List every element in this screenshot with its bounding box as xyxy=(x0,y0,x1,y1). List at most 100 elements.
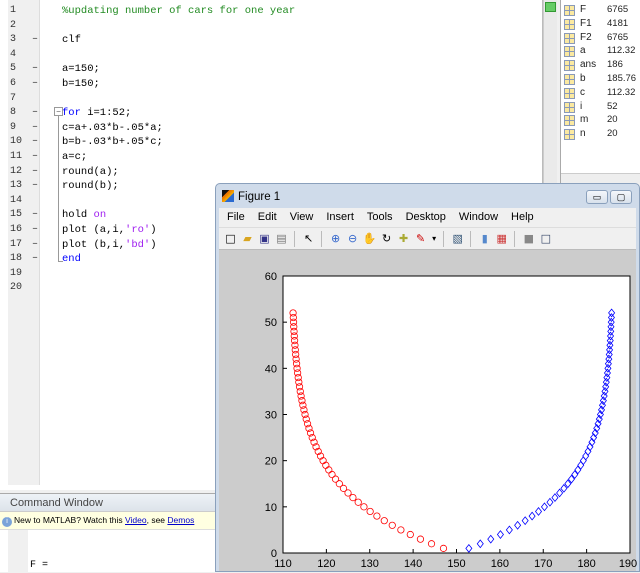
code-line[interactable]: b=b-.03*b+.05*c; xyxy=(62,136,163,148)
menu-file[interactable]: File xyxy=(227,211,245,223)
new-file-icon[interactable]: □ xyxy=(223,231,238,247)
code-token: ) xyxy=(150,238,157,251)
code-line[interactable]: plot (a,i,'ro') xyxy=(62,224,157,236)
menu-edit[interactable]: Edit xyxy=(258,211,277,223)
matrix-icon xyxy=(564,18,575,30)
line-number: 2 xyxy=(10,20,50,31)
breakpoint-marker[interactable]: – xyxy=(32,253,38,264)
workspace-variable[interactable]: F2 6765 xyxy=(564,32,639,45)
menu-insert[interactable]: Insert xyxy=(326,211,354,223)
menu-view[interactable]: View xyxy=(290,211,314,223)
figure-window[interactable]: Figure 1 ▭ ▢ File Edit View Insert Tools Deskt… xyxy=(215,183,640,572)
print-icon[interactable]: ▤ xyxy=(274,231,289,247)
workspace-hscrollbar[interactable] xyxy=(561,173,640,183)
code-token: plot (a,i, xyxy=(62,224,126,236)
maximize-button[interactable]: ▢ xyxy=(610,190,632,204)
workspace-variable[interactable]: b 185.76 xyxy=(564,73,639,86)
code-token: b=150; xyxy=(62,78,100,90)
open-folder-icon[interactable]: ▰ xyxy=(240,231,255,247)
line-number-text: 1 xyxy=(10,5,17,16)
menu-tools[interactable]: Tools xyxy=(367,211,393,223)
code-line[interactable]: hold on xyxy=(62,209,106,221)
workspace-variable[interactable]: a 112.32 xyxy=(564,45,639,58)
code-line[interactable]: a=150; xyxy=(62,63,100,75)
line-number: 11– xyxy=(10,151,50,162)
breakpoint-marker[interactable]: – xyxy=(32,122,38,133)
workspace-variable[interactable]: i 52 xyxy=(564,101,639,114)
minimize-button[interactable]: ▭ xyxy=(586,190,608,204)
code-line[interactable]: %updating number of cars for one year xyxy=(62,5,295,17)
link-plot-icon[interactable]: ▧ xyxy=(450,231,465,247)
command-output: F = xyxy=(30,560,49,571)
workspace-variable[interactable]: c 112.32 xyxy=(564,87,639,100)
menu-desktop[interactable]: Desktop xyxy=(406,211,446,223)
brush-dropdown-icon[interactable]: ▾ xyxy=(430,231,438,247)
line-number-text: 10 xyxy=(10,136,23,148)
code-line[interactable]: for i=1:52; xyxy=(62,107,131,119)
zoom-out-icon[interactable]: ⊖ xyxy=(345,231,360,247)
code-line[interactable]: c=a+.03*b-.05*a; xyxy=(62,122,163,134)
workspace-variable[interactable]: F 6765 xyxy=(564,4,639,17)
workspace-variable[interactable]: ans 186 xyxy=(564,59,639,72)
breakpoint-marker[interactable]: – xyxy=(32,136,38,147)
command-window-title: Command Window xyxy=(0,494,215,512)
line-number: 15– xyxy=(10,209,50,220)
pointer-icon[interactable]: ↖ xyxy=(301,231,316,247)
variable-value: 112.32 xyxy=(607,86,636,98)
line-number-text: 13 xyxy=(10,180,23,192)
breakpoint-marker[interactable]: – xyxy=(32,209,38,220)
workspace-variable[interactable]: F1 4181 xyxy=(564,18,639,31)
code-line[interactable]: end xyxy=(62,253,81,265)
line-number: 6– xyxy=(10,78,50,89)
line-number: 13– xyxy=(10,180,50,191)
code-token: clf xyxy=(62,34,81,47)
code-line[interactable]: a=c; xyxy=(62,151,87,163)
brush-icon[interactable]: ✎ xyxy=(413,231,428,247)
code-line[interactable]: round(b); xyxy=(62,180,119,192)
matrix-icon xyxy=(564,46,575,58)
code-line[interactable]: clf xyxy=(62,34,81,46)
variable-name: F1 xyxy=(580,17,592,29)
code-token: for xyxy=(62,107,81,120)
save-icon[interactable]: ▣ xyxy=(257,231,272,247)
breakpoint-marker[interactable]: – xyxy=(32,107,38,118)
matrix-icon xyxy=(564,129,575,141)
line-number: 8– xyxy=(10,107,50,118)
colorbar-icon[interactable]: ▮ xyxy=(477,231,492,247)
figure-menubar: File Edit View Insert Tools Desktop Window Help xyxy=(219,208,636,227)
rotate-3d-icon[interactable]: ↻ xyxy=(379,231,394,247)
hide-plot-tools-icon[interactable]: ■ xyxy=(521,231,536,247)
breakpoint-marker[interactable]: – xyxy=(32,34,38,45)
workspace-variable[interactable]: n 20 xyxy=(564,128,639,141)
show-plot-tools-icon[interactable]: □ xyxy=(538,231,553,247)
command-window[interactable]: Command Window i New to MATLAB? Watch thi… xyxy=(0,493,215,573)
code-token: 'bd' xyxy=(125,238,151,251)
breakpoint-marker[interactable]: – xyxy=(32,180,38,191)
legend-icon[interactable]: ▦ xyxy=(494,231,509,247)
video-link[interactable]: Video xyxy=(125,515,147,525)
code-line[interactable]: plot (b,i,'bd') xyxy=(62,239,157,251)
code-token: a=c; xyxy=(62,151,88,163)
zoom-in-icon[interactable]: ⊕ xyxy=(328,231,343,247)
code-line[interactable]: round(a); xyxy=(62,166,119,178)
variable-value: 112.32 xyxy=(607,45,636,57)
data-cursor-icon[interactable]: ✚ xyxy=(396,231,411,247)
menu-window[interactable]: Window xyxy=(459,211,498,223)
breakpoint-marker[interactable]: – xyxy=(32,166,38,177)
workspace-variable[interactable]: m 20 xyxy=(564,114,639,127)
menu-help[interactable]: Help xyxy=(511,211,534,223)
demos-link[interactable]: Demos xyxy=(167,515,194,525)
line-number: 18– xyxy=(10,253,50,264)
code-line[interactable]: b=150; xyxy=(62,78,100,90)
breakpoint-marker[interactable]: – xyxy=(32,151,38,162)
fold-toggle-icon[interactable]: − xyxy=(54,107,63,116)
breakpoint-marker[interactable]: – xyxy=(32,78,38,89)
matrix-icon xyxy=(564,115,575,127)
breakpoint-marker[interactable]: – xyxy=(32,63,38,74)
breakpoint-marker[interactable]: – xyxy=(32,239,38,250)
line-number-text: 5 xyxy=(10,63,17,75)
pan-hand-icon[interactable]: ✋ xyxy=(362,231,377,247)
fold-guide xyxy=(58,116,63,262)
breakpoint-marker[interactable]: – xyxy=(32,224,38,235)
variable-name: F2 xyxy=(580,31,592,43)
